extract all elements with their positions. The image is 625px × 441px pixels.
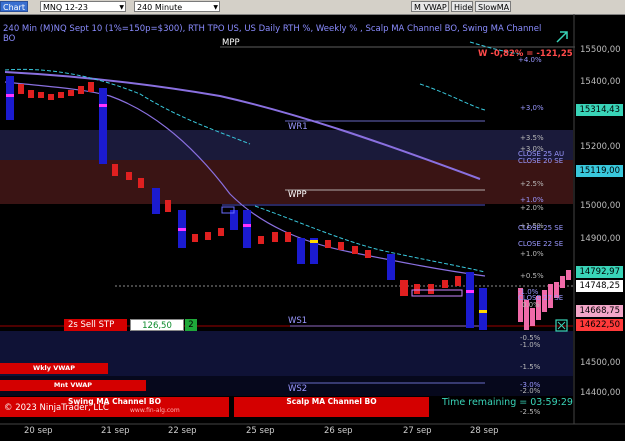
hide-button[interactable]: Hide <box>451 1 473 12</box>
price-axis-label: 15400,00 <box>580 77 621 87</box>
chart-toolbar: Chart MNQ 12-23 ▼ 240 Minute ▼ M VWAP Hi… <box>0 0 625 15</box>
price-axis-label: 15000,00 <box>580 201 621 211</box>
wkly-vwap-bar: Wkly VWAP <box>0 363 108 374</box>
chevron-down-icon: ▼ <box>119 4 124 11</box>
m-vwap-button[interactable]: M VWAP <box>411 1 449 12</box>
pct-label: +3,0% <box>520 104 544 112</box>
mnt-vwap-bar: Mnt VWAP <box>0 380 146 391</box>
level-mpp: MPP <box>222 38 240 48</box>
price-tag: 14668,75 <box>576 305 623 317</box>
price-tag: 15119,00 <box>576 165 623 177</box>
chart-tab[interactable]: Chart <box>0 1 28 12</box>
pct-label: -1.0% <box>520 341 541 349</box>
watermark: www.fin-alg.com <box>130 407 180 414</box>
level-ws2: WS2 <box>288 384 308 394</box>
ma-channel-upper-c <box>419 83 486 111</box>
price-tag: 15314,43 <box>576 104 623 116</box>
pct-label: 0.0% <box>522 301 540 309</box>
date-label: 20 sep <box>24 426 53 436</box>
slow-ma-button[interactable]: SlowMA <box>475 1 511 12</box>
price-tag: 14748,25 <box>576 280 623 292</box>
date-label: 26 sep <box>324 426 353 436</box>
price-tag: 14622,50 <box>576 319 623 331</box>
close-icon <box>555 319 568 332</box>
date-label: 28 sep <box>470 426 499 436</box>
interval-selector[interactable]: 240 Minute ▼ <box>134 1 220 12</box>
chevron-down-icon: ▼ <box>213 4 218 11</box>
date-label: 27 sep <box>403 426 432 436</box>
copyright: © 2023 NinjaTrader, LLC <box>4 403 109 413</box>
level-wpp: WPP <box>288 190 307 200</box>
sell-stop-order-label[interactable]: 2s Sell STP <box>64 319 127 331</box>
chart-area[interactable]: 240 Min (M)NQ Sept 10 (1%=150p=$300), RT… <box>0 14 625 441</box>
pct-label: +1.0% <box>520 196 544 204</box>
pct-label: +3.5% <box>520 134 544 142</box>
pct-label: +1.0% <box>520 250 544 258</box>
arrow-icon <box>556 31 568 43</box>
pct-label: +2.0% <box>520 204 544 212</box>
instrument-label: MNQ 12-23 <box>43 3 88 12</box>
instrument-selector[interactable]: MNQ 12-23 ▼ <box>40 1 126 12</box>
interval-label: 240 Minute <box>137 3 183 12</box>
price-axis-label: 14900,00 <box>580 234 621 244</box>
close-label: CLOSE 22 SE <box>518 240 564 248</box>
order-quantity[interactable]: 2 <box>185 319 197 331</box>
price-axis-label: 15200,00 <box>580 142 621 152</box>
time-remaining: Time remaining = 03:59:29 <box>442 397 573 408</box>
pct-label: +4.0% <box>518 56 542 64</box>
date-label: 22 sep <box>168 426 197 436</box>
wr1-zone <box>0 130 573 160</box>
pct-label: -1.5% <box>520 363 541 371</box>
date-label: 21 sep <box>101 426 130 436</box>
pct-label: -2.0% <box>520 387 541 395</box>
close-label: CLOSE 25 SE <box>518 224 564 232</box>
level-wr1: WR1 <box>288 122 308 132</box>
pct-label: -2.5% <box>520 408 541 416</box>
price-tag: 14792,97 <box>576 266 623 278</box>
date-label: 25 sep <box>246 426 275 436</box>
price-axis-label: 14400,00 <box>580 388 621 398</box>
scalp-ma-channel-bo-bar: Scalp MA Channel BO <box>234 397 429 417</box>
pct-label: +2.5% <box>520 180 544 188</box>
order-price[interactable]: 126,50 <box>130 319 184 331</box>
pct-label: +0.5% <box>520 272 544 280</box>
price-axis-label: 14500,00 <box>580 358 621 368</box>
price-axis-label: 15500,00 <box>580 45 621 55</box>
resistance-zone <box>0 160 573 204</box>
chart-title: 240 Min (M)NQ Sept 10 (1%=150p=$300), RT… <box>3 24 542 44</box>
close-label: CLOSE 20 SE <box>518 157 564 165</box>
level-ws1: WS1 <box>288 316 308 326</box>
